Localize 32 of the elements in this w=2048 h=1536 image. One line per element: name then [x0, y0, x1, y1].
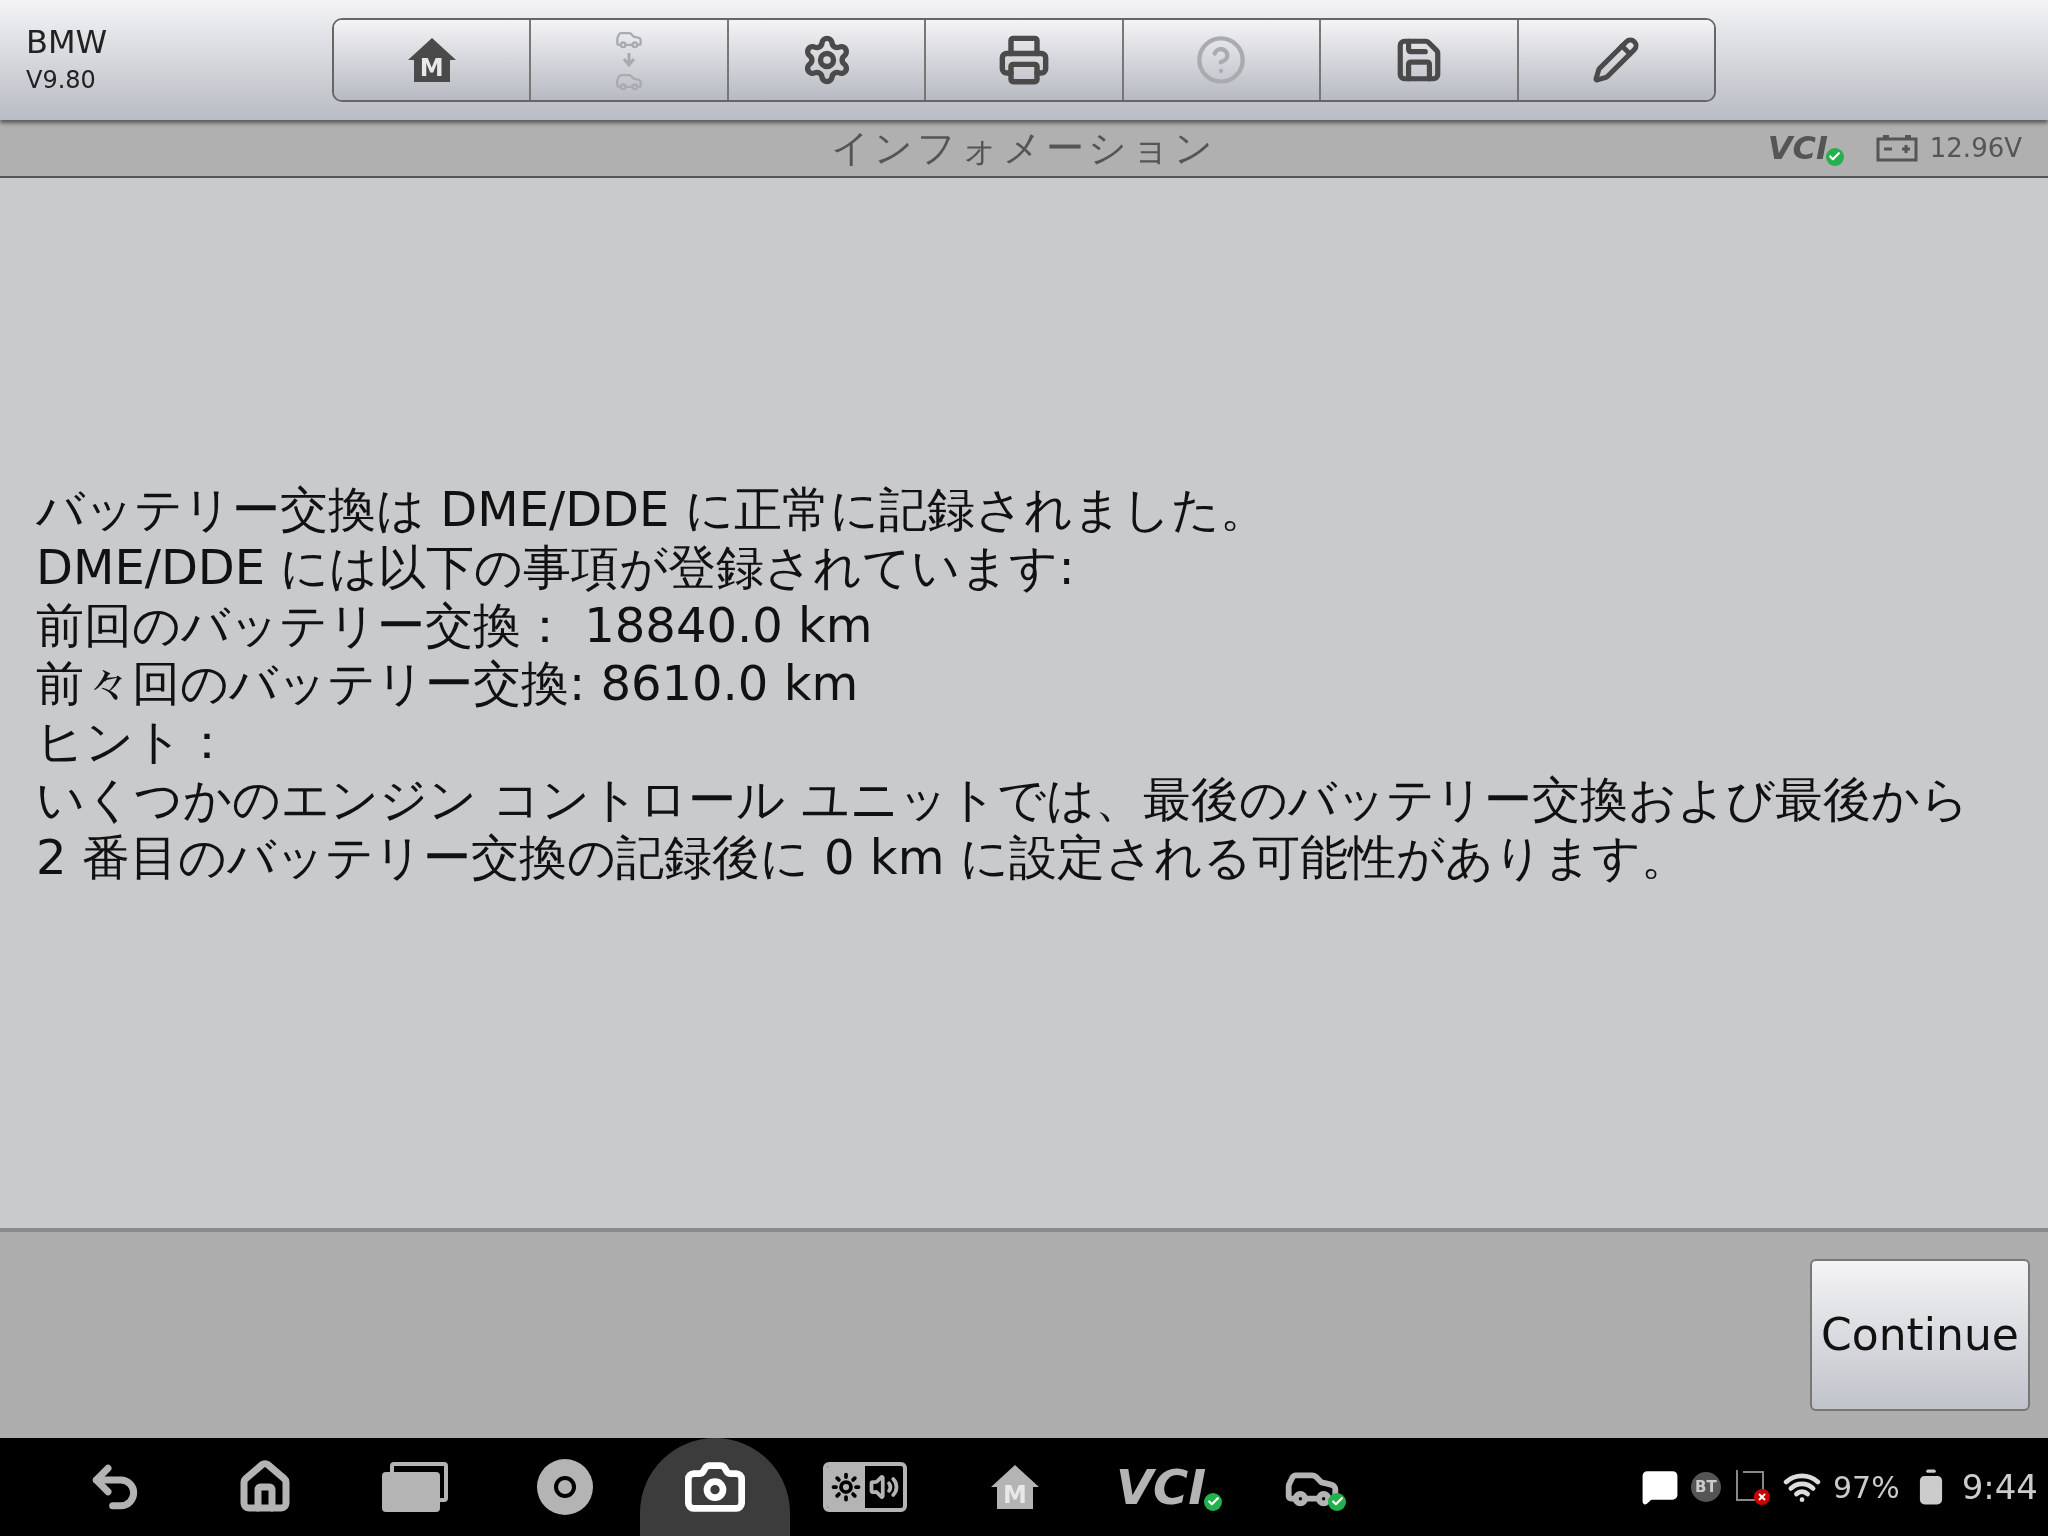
help-icon: [1195, 34, 1248, 86]
vci-icon: VCI: [1115, 1463, 1215, 1511]
app-version: V9.80: [26, 65, 97, 96]
message-icon: [1640, 1468, 1679, 1506]
message-line: いくつかのエンジン コントロール ユニットでは、最後のバッテリー交換および最後から: [36, 770, 1970, 828]
toolbar-button[interactable]: [924, 20, 1122, 100]
message-line: 2 番目のバッテリー交換の記録後に 0 km に設定される可能性があります。: [36, 828, 1690, 886]
pencil-icon: [1592, 36, 1641, 84]
message-line: DME/DDE には以下の事項が登録されています:: [36, 538, 1076, 596]
message-line: 前回のバッテリー交換： 18840.0 km: [36, 596, 874, 654]
page-title: インフォメーション: [831, 124, 1217, 172]
check-icon: [1328, 1492, 1346, 1511]
battery-percent: 97%: [1832, 1468, 1900, 1507]
check-icon: [1204, 1492, 1223, 1511]
printer-icon: [997, 34, 1050, 86]
recent-apps-icon: [382, 1462, 448, 1512]
toolbar-button[interactable]: [1516, 20, 1714, 100]
app-name: BMW: [26, 22, 109, 62]
continue-button[interactable]: Continue: [1810, 1259, 2030, 1411]
clock: 9:44: [1961, 1465, 2038, 1509]
bluetooth-indicator: BT: [1690, 1472, 1721, 1502]
message-line: ヒント：: [36, 712, 232, 770]
car-battery-icon: [1875, 134, 1918, 162]
voltage-reading: 12.96V: [1929, 131, 2022, 165]
message-line: 前々回のバッテリー交換: 8610.0 km: [36, 654, 860, 712]
toolbar-button[interactable]: [1319, 20, 1517, 100]
vci-status-icon: VCI: [1767, 132, 1836, 164]
brightness-volume-icon: [823, 1462, 907, 1512]
nav-button[interactable]: VCI: [1090, 1438, 1240, 1536]
message-line: バッテリー交換は DME/DDE に正常に記録されました。: [36, 480, 1269, 538]
toolbar-button[interactable]: M: [334, 20, 530, 100]
toolbar-button[interactable]: [726, 20, 925, 100]
